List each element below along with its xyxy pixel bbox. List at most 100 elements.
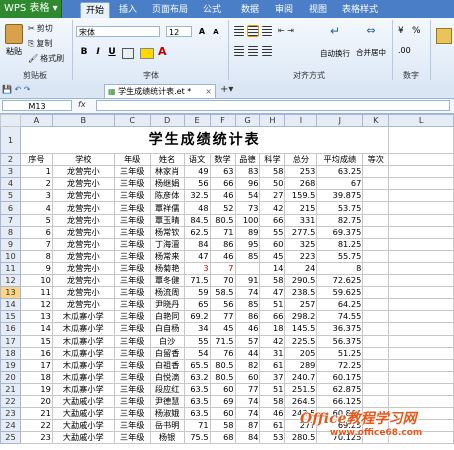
cell[interactable]: 95 (234, 237, 261, 251)
cell[interactable]: 龙营完小 (51, 261, 115, 276)
cell[interactable]: 龙营完小 (51, 165, 115, 179)
cell[interactable]: 74 (234, 407, 261, 421)
cell[interactable] (362, 201, 390, 215)
cell[interactable]: 42 (259, 201, 286, 215)
cell[interactable]: 87 (234, 419, 261, 433)
cell[interactable]: 白祖香 (149, 358, 185, 372)
close-tab-icon[interactable]: × (205, 85, 212, 98)
cell[interactable]: 覃祥儒 (149, 201, 185, 215)
cell[interactable]: 55.75 (316, 249, 364, 263)
cell[interactable] (388, 237, 454, 251)
bold-button[interactable]: B (78, 46, 90, 58)
cell[interactable]: 白沙 (149, 334, 185, 348)
cell[interactable]: 龙营完小 (51, 249, 115, 263)
row-header[interactable]: 21 (0, 382, 21, 396)
row-header[interactable]: 2 (0, 153, 21, 167)
cell[interactable]: 白留香 (149, 346, 185, 360)
cell[interactable]: 46 (209, 249, 236, 263)
cell[interactable]: 45 (259, 249, 286, 263)
cell[interactable]: 三年级 (113, 261, 151, 276)
cell[interactable]: 龙营完小 (51, 274, 115, 288)
cell[interactable]: 龙营完小 (51, 189, 115, 203)
cell[interactable] (388, 189, 454, 203)
cell[interactable]: 76 (209, 346, 236, 360)
cell[interactable]: 尹晓丹 (149, 298, 185, 312)
cell[interactable]: 72.625 (316, 274, 364, 288)
cell[interactable]: 三年级 (113, 213, 151, 227)
cell[interactable] (362, 177, 390, 191)
cell[interactable]: 80.5 (209, 358, 236, 372)
cell[interactable]: 71 (183, 419, 211, 433)
cell[interactable]: 159.5 (284, 189, 318, 203)
cell[interactable]: 11 (19, 286, 53, 300)
cell[interactable]: 205 (284, 346, 318, 360)
column-title-cell[interactable]: 品德 (234, 153, 261, 167)
cell[interactable]: 58.5 (209, 286, 236, 300)
cell[interactable]: 71 (209, 225, 236, 239)
row-header[interactable]: 17 (0, 334, 21, 348)
cell[interactable]: 67 (316, 177, 364, 191)
cell[interactable]: 65 (183, 298, 211, 312)
cell[interactable]: 三年级 (113, 334, 151, 348)
cell[interactable]: 47 (259, 286, 286, 300)
cell[interactable]: 24 (284, 261, 318, 276)
cell[interactable]: 14 (259, 261, 286, 276)
cell[interactable]: 48 (183, 201, 211, 215)
cell[interactable]: 7 (19, 237, 53, 251)
cell[interactable]: 86 (209, 237, 236, 251)
tab-table-style[interactable]: 表格样式 (340, 2, 380, 18)
cell[interactable]: 58 (259, 394, 286, 409)
cell[interactable] (362, 370, 390, 384)
cell[interactable]: 21 (19, 407, 53, 421)
row-header[interactable]: 19 (0, 358, 21, 372)
row-header[interactable]: 12 (0, 274, 21, 288)
row-header[interactable]: 1 (0, 126, 21, 155)
row-header[interactable]: 5 (0, 189, 21, 203)
name-box[interactable]: M13 (2, 100, 72, 111)
row-header[interactable]: 6 (0, 201, 21, 215)
column-header[interactable]: I (284, 114, 318, 128)
cell[interactable]: 91 (234, 274, 261, 288)
function-icon[interactable]: fx (78, 100, 86, 109)
cell[interactable]: 木瓜寨小学 (51, 322, 115, 336)
cell[interactable] (388, 298, 454, 312)
cell[interactable]: 290.5 (284, 274, 318, 288)
tab-view[interactable]: 视图 (306, 2, 330, 18)
select-all-corner[interactable] (0, 114, 21, 128)
cell[interactable] (388, 126, 454, 155)
cell[interactable]: 238.5 (284, 286, 318, 300)
cell[interactable]: 三年级 (113, 274, 151, 288)
cell[interactable]: 三年级 (113, 237, 151, 251)
cell[interactable]: 12 (19, 298, 53, 312)
cell[interactable]: 14 (19, 322, 53, 336)
cell[interactable]: 三年级 (113, 322, 151, 336)
cell[interactable] (362, 382, 390, 396)
cell[interactable]: 杨常来 (149, 249, 185, 263)
align-bottom-icon[interactable] (262, 26, 272, 36)
cell[interactable]: 陈彦体 (149, 189, 185, 203)
cell[interactable]: 20 (19, 394, 53, 409)
column-header[interactable]: D (149, 114, 185, 128)
cell[interactable]: 三年级 (113, 249, 151, 263)
cell[interactable]: 45 (209, 322, 236, 336)
percent-button[interactable]: % (412, 26, 421, 36)
cell[interactable]: 尹德慧 (149, 394, 185, 409)
cell[interactable] (362, 237, 390, 251)
indent-icon[interactable]: ⇤ ⇥ (278, 26, 294, 35)
cell[interactable]: 215 (284, 201, 318, 215)
cell[interactable] (362, 310, 390, 324)
cell[interactable] (388, 249, 454, 263)
cell[interactable]: 三年级 (113, 201, 151, 215)
cell[interactable]: 杨常钦 (149, 225, 185, 239)
cell[interactable] (388, 225, 454, 239)
cell[interactable]: 68 (209, 431, 236, 445)
cell[interactable]: 大勐戚小学 (51, 431, 115, 445)
row-header[interactable]: 4 (0, 177, 21, 191)
cell[interactable]: 木瓜寨小学 (51, 334, 115, 348)
cell[interactable]: 51 (259, 298, 286, 312)
row-header[interactable]: 8 (0, 225, 21, 239)
tab-page-layout[interactable]: 页面布局 (150, 2, 190, 18)
cell[interactable]: 8 (316, 261, 364, 276)
cell[interactable]: 1 (19, 165, 53, 179)
cell[interactable]: 5 (19, 213, 53, 227)
